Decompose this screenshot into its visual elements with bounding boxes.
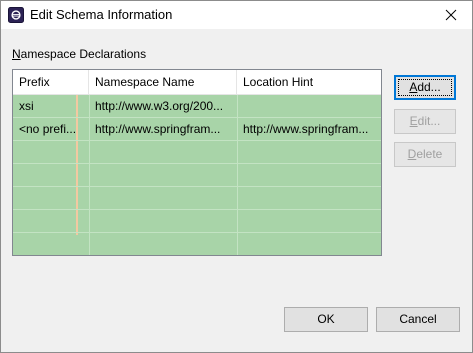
cell-location — [237, 95, 381, 118]
cell-prefix: xsi — [19, 99, 34, 113]
delete-button[interactable]: Delete — [394, 142, 456, 167]
cell-prefix: <no prefi... — [19, 122, 77, 136]
edit-schema-dialog: Edit Schema Information Namespace Declar… — [0, 0, 473, 353]
cancel-button[interactable]: Cancel — [376, 307, 460, 332]
close-icon — [445, 9, 456, 21]
ok-button[interactable]: OK — [284, 307, 368, 332]
table-row[interactable]: xsi http://www.w3.org/200... — [13, 95, 381, 118]
add-button[interactable]: Add... — [394, 75, 456, 100]
empty-row — [13, 187, 381, 210]
empty-row — [13, 233, 381, 255]
empty-row — [13, 164, 381, 187]
table-header: Prefix Namespace Name Location Hint — [13, 70, 381, 95]
table-row[interactable]: <no prefi... http://www.springfram... ht… — [13, 118, 381, 141]
cell-namespace: http://www.springfram... — [95, 122, 221, 136]
edit-mnemonic: E — [409, 114, 418, 128]
column-header-namespace-name[interactable]: Namespace Name — [89, 70, 237, 95]
empty-row — [13, 141, 381, 164]
cell-location: http://www.springfram... — [243, 122, 369, 136]
label-mnemonic: N — [12, 47, 21, 61]
label-text: amespace Declarations — [20, 47, 147, 61]
eclipse-icon — [8, 7, 24, 23]
column-header-prefix[interactable]: Prefix — [13, 70, 89, 95]
delete-mnemonic: D — [407, 147, 417, 161]
cell-namespace: http://www.w3.org/200... — [95, 99, 224, 113]
column-header-location-hint[interactable]: Location Hint — [237, 70, 381, 95]
namespace-declarations-label: Namespace Declarations — [12, 47, 146, 61]
close-button[interactable] — [429, 1, 472, 29]
window-title: Edit Schema Information — [30, 7, 173, 22]
delete-label: elete — [416, 147, 443, 161]
edit-button[interactable]: Edit... — [394, 109, 456, 134]
namespace-table[interactable]: Prefix Namespace Name Location Hint xsi … — [12, 69, 382, 256]
title-bar[interactable]: Edit Schema Information — [1, 1, 472, 29]
empty-row — [13, 210, 381, 233]
edit-label: dit... — [417, 114, 441, 128]
add-label: dd... — [417, 80, 441, 94]
